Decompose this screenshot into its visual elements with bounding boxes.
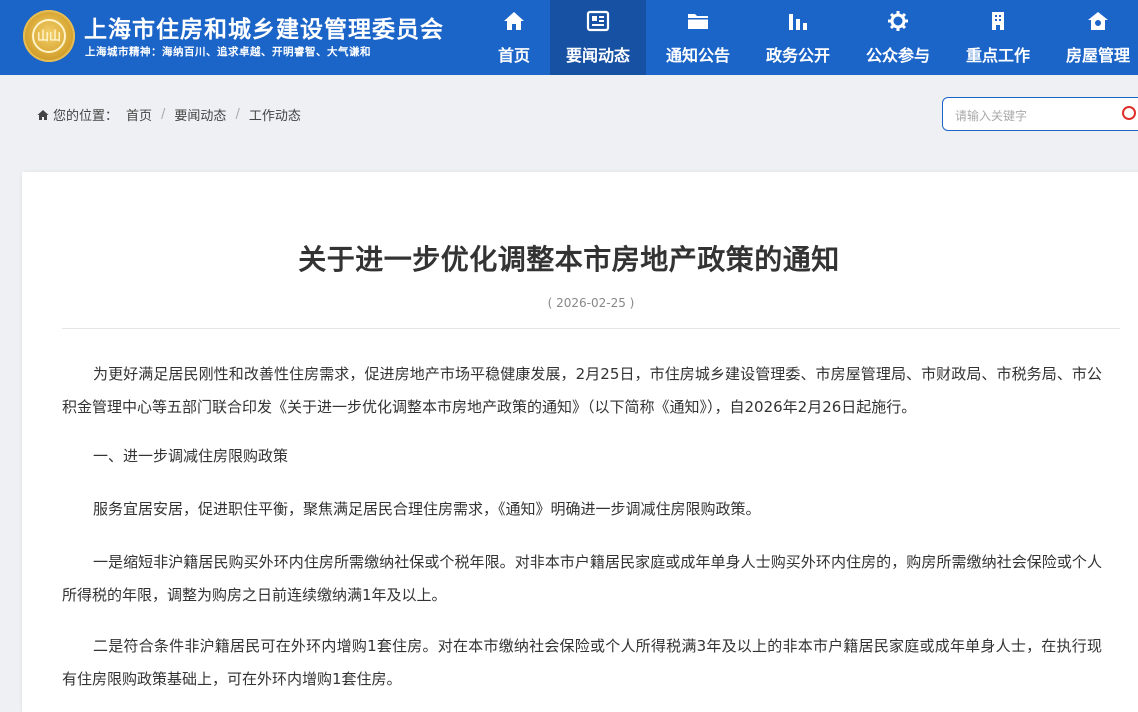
article-date: ( 2026-02-25 )	[547, 296, 635, 310]
breadcrumb-separator: /	[161, 107, 166, 122]
site-subtitle: 上海城市精神：海纳百川、追求卓越、开明睿智、大气谦和	[85, 46, 371, 58]
site-logo[interactable]: 山山	[23, 10, 75, 62]
nav-item-housing[interactable]: 房屋管理	[1050, 0, 1138, 75]
breadcrumb-item-news[interactable]: 要闻动态	[174, 105, 226, 124]
chart-icon	[750, 10, 846, 32]
nav-item-participation[interactable]: 公众参与	[850, 0, 946, 75]
search-icon[interactable]	[1121, 105, 1138, 127]
article-section-heading: 一、进一步调减住房限购政策	[93, 447, 289, 465]
nav-item-notices[interactable]: 通知公告	[650, 0, 746, 75]
nav-item-key-work[interactable]: 重点工作	[950, 0, 1046, 75]
breadcrumb-prefix: 您的位置：	[53, 109, 119, 124]
nav-label: 通知公告	[665, 46, 730, 65]
search-input[interactable]	[953, 105, 1117, 127]
building-icon	[950, 10, 1046, 32]
breadcrumb-item-work[interactable]: 工作动态	[249, 105, 301, 124]
search-box	[942, 97, 1138, 131]
nav-label: 首页	[497, 46, 530, 65]
article-paragraph: 服务宜居安居，促进职住平衡，聚焦满足居民合理住房需求，《通知》明确进一步调减住房…	[93, 500, 761, 518]
gear-icon	[850, 10, 946, 32]
house-icon	[1050, 10, 1138, 32]
nav-label: 重点工作	[965, 46, 1030, 65]
nav-label: 房屋管理	[1065, 46, 1130, 65]
article-paragraph: 为更好满足居民刚性和改善性住房需求，促进房地产市场平稳健康发展，2月25日，市住…	[62, 365, 1102, 416]
home-icon	[466, 10, 562, 32]
title-divider	[62, 328, 1120, 329]
logo-emblem: 山山	[32, 19, 66, 53]
article-title: 关于进一步优化调整本市房地产政策的通知	[298, 243, 840, 276]
breadcrumb-separator: /	[235, 107, 240, 122]
nav-label: 公众参与	[865, 46, 930, 65]
home-icon	[37, 109, 49, 121]
nav-label: 要闻动态	[565, 46, 630, 65]
article-paragraph: 二是符合条件非沪籍居民可在外环内增购1套住房。对在本市缴纳社会保险或个人所得税满…	[62, 637, 1102, 688]
breadcrumb-item-home[interactable]: 首页	[126, 105, 152, 124]
site-header: 山山 上海市住房和城乡建设管理委员会 上海城市精神：海纳百川、追求卓越、开明睿智…	[0, 0, 1138, 75]
folder-icon	[650, 10, 746, 32]
nav-label: 政务公开	[765, 46, 830, 65]
site-title[interactable]: 上海市住房和城乡建设管理委员会	[84, 10, 444, 44]
nav-item-news[interactable]: 要闻动态	[550, 0, 646, 75]
news-icon	[550, 10, 646, 32]
article-paragraph: 一是缩短非沪籍居民购买外环内住房所需缴纳社保或个税年限。对非本市户籍居民家庭或成…	[62, 553, 1102, 604]
nav-item-public-affairs[interactable]: 政务公开	[750, 0, 846, 75]
nav-item-home[interactable]: 首页	[466, 0, 562, 75]
breadcrumb: 您的位置： 首页 / 要闻动态 / 工作动态	[37, 105, 301, 124]
